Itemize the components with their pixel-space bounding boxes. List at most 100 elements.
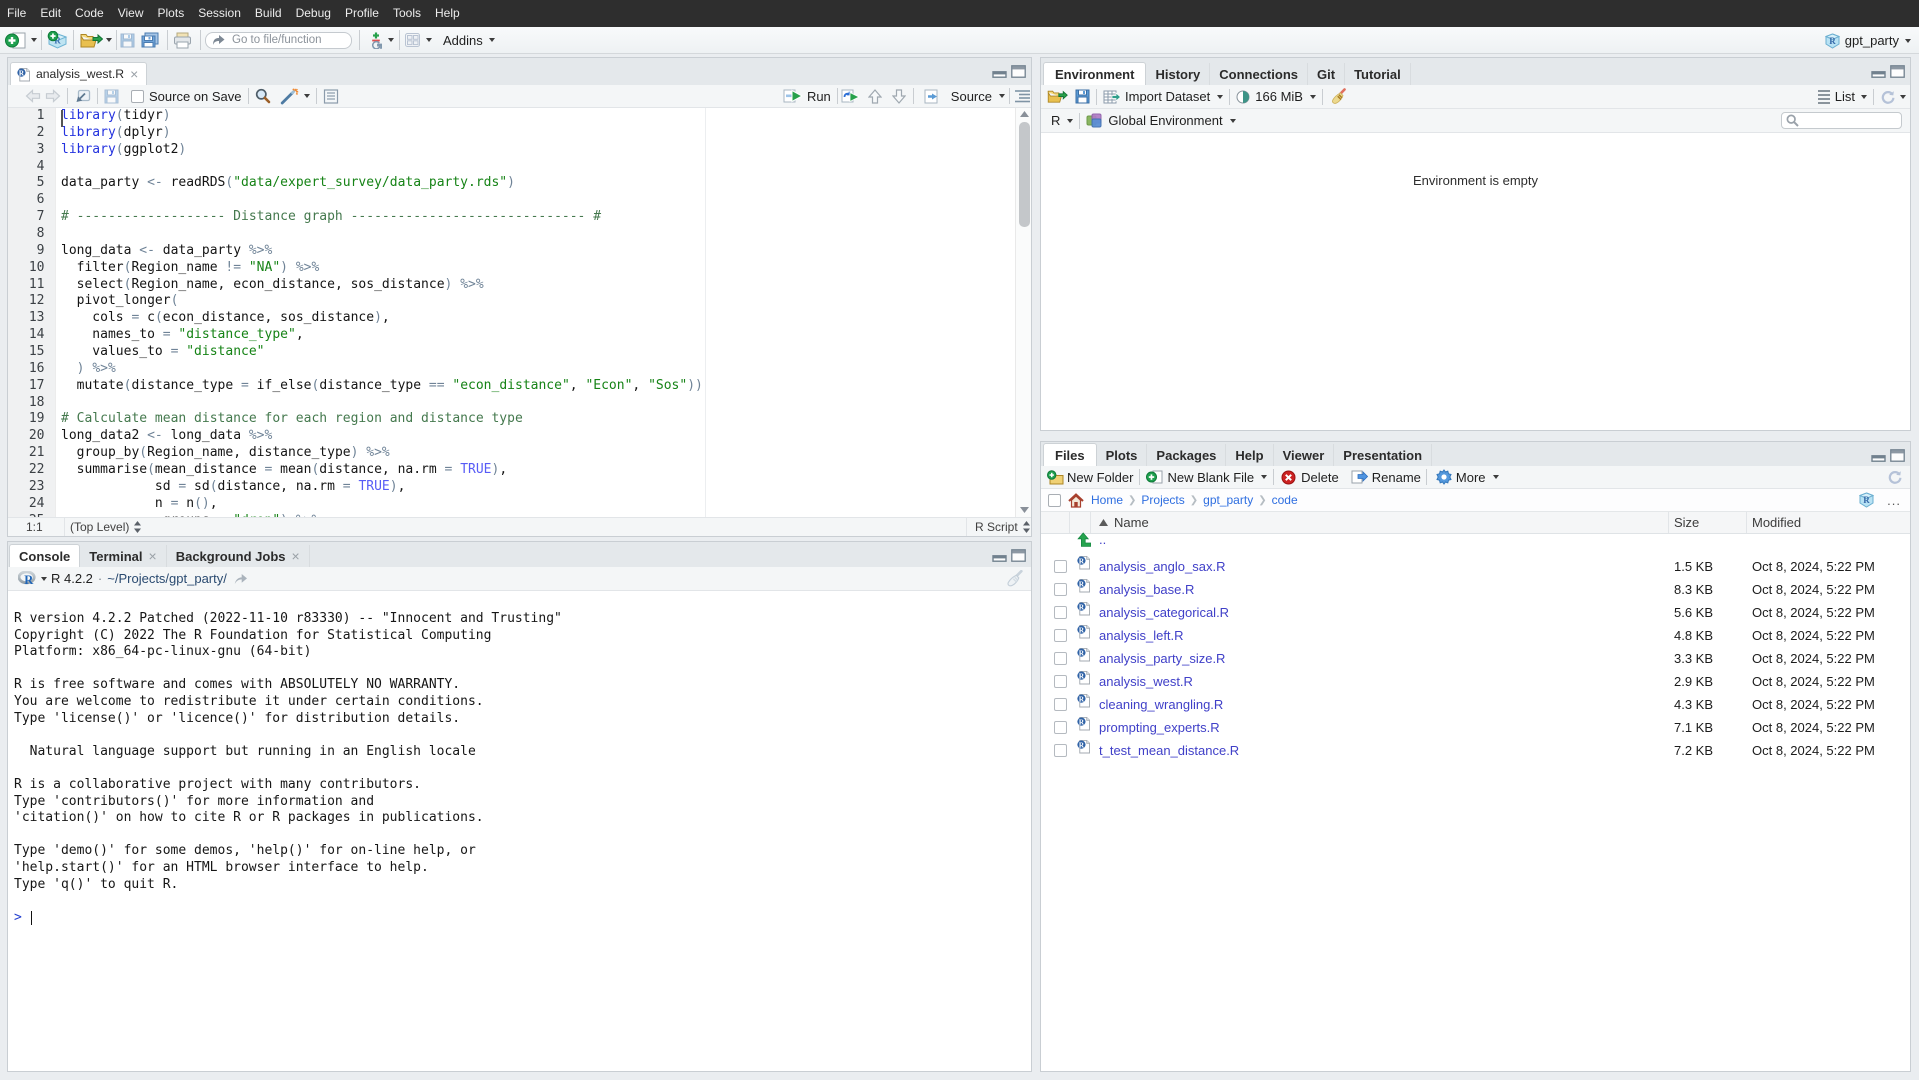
refresh-caret[interactable] <box>1900 95 1906 99</box>
maximize-icon[interactable] <box>1890 449 1905 462</box>
workspace-panes-icon[interactable] <box>405 33 420 47</box>
breadcrumb-code[interactable]: code <box>1272 493 1298 507</box>
file-name-link[interactable]: analysis_categorical.R <box>1099 605 1229 620</box>
new-blank-file-button[interactable]: New Blank File <box>1167 470 1254 485</box>
file-name-link[interactable]: analysis_left.R <box>1099 628 1184 643</box>
environment-scope-caret[interactable] <box>1230 119 1236 123</box>
file-name-link[interactable]: prompting_experts.R <box>1099 720 1220 735</box>
save-icon[interactable] <box>120 33 135 48</box>
goto-file-input[interactable]: Go to file/function <box>205 32 352 49</box>
console-output[interactable]: R version 4.2.2 Patched (2022-11-10 r833… <box>8 591 1031 1071</box>
editor-scrollbar[interactable] <box>1015 108 1031 517</box>
updir-link[interactable]: .. <box>1099 532 1106 547</box>
background-jobs-close-icon[interactable]: × <box>292 548 300 564</box>
more-breadcrumb-button[interactable]: ... <box>1887 493 1901 508</box>
minimize-icon[interactable] <box>992 549 1007 562</box>
file-row[interactable]: Ranalysis_categorical.R5.6 KBOct 8, 2024… <box>1041 601 1910 624</box>
minimize-icon[interactable] <box>1871 65 1886 78</box>
file-row[interactable]: Rt_test_mean_distance.R7.2 KBOct 8, 2024… <box>1041 739 1910 762</box>
menu-build[interactable]: Build <box>248 0 289 27</box>
back-icon[interactable] <box>25 89 41 103</box>
delete-button[interactable]: Delete <box>1301 470 1339 485</box>
file-checkbox[interactable] <box>1054 675 1067 688</box>
file-type-indicator[interactable]: R Script <box>975 520 1018 534</box>
tab-presentation[interactable]: Presentation <box>1334 444 1432 466</box>
rerun-icon[interactable] <box>841 89 860 103</box>
project-menu-caret[interactable] <box>1905 39 1911 43</box>
menu-debug[interactable]: Debug <box>289 0 338 27</box>
language-selector[interactable]: R <box>1051 113 1060 128</box>
document-outline-icon[interactable] <box>1014 89 1031 103</box>
menu-edit[interactable]: Edit <box>33 0 68 27</box>
file-checkbox[interactable] <box>1054 698 1067 711</box>
tab-background-jobs[interactable]: Background Jobs× <box>167 545 310 567</box>
tab-packages[interactable]: Packages <box>1147 444 1226 466</box>
file-checkbox[interactable] <box>1054 583 1067 596</box>
new-folder-button[interactable]: New Folder <box>1067 470 1133 485</box>
file-checkbox[interactable] <box>1054 629 1067 642</box>
tab-tutorial[interactable]: Tutorial <box>1345 63 1411 85</box>
select-all-checkbox[interactable] <box>1048 494 1061 507</box>
save-workspace-icon[interactable] <box>1075 89 1090 104</box>
menu-code[interactable]: Code <box>68 0 111 27</box>
minimize-icon[interactable] <box>992 65 1007 78</box>
load-workspace-icon[interactable] <box>1047 89 1068 104</box>
maximize-icon[interactable] <box>1890 65 1905 78</box>
sort-by-name[interactable]: Name <box>1099 515 1149 530</box>
menu-plots[interactable]: Plots <box>151 0 192 27</box>
sort-by-modified[interactable]: Modified <box>1752 515 1801 530</box>
editor-tab-close-icon[interactable]: × <box>130 66 138 82</box>
home-icon[interactable] <box>1068 493 1084 508</box>
tab-files[interactable]: Files <box>1043 443 1097 466</box>
file-name-link[interactable]: analysis_base.R <box>1099 582 1194 597</box>
tab-viewer[interactable]: Viewer <box>1274 444 1335 466</box>
file-checkbox[interactable] <box>1054 652 1067 665</box>
save-current-icon[interactable] <box>104 89 119 104</box>
code-tools-icon[interactable] <box>280 88 299 105</box>
forward-icon[interactable] <box>45 89 61 103</box>
editor-tab-analysis-west[interactable]: R analysis_west.R × <box>10 62 147 85</box>
find-replace-icon[interactable] <box>255 88 271 104</box>
tab-git[interactable]: Git <box>1308 63 1345 85</box>
sort-by-size[interactable]: Size <box>1674 515 1699 530</box>
refresh-files-icon[interactable] <box>1887 470 1902 484</box>
open-in-new-window-icon[interactable] <box>74 89 91 104</box>
project-menu-button[interactable]: R gpt_party <box>1825 27 1911 54</box>
terminal-close-icon[interactable]: × <box>149 548 157 564</box>
file-name-link[interactable]: cleaning_wrangling.R <box>1099 697 1223 712</box>
language-caret[interactable] <box>1067 119 1073 123</box>
maximize-icon[interactable] <box>1011 549 1026 562</box>
version-control-caret[interactable] <box>388 38 394 42</box>
file-checkbox[interactable] <box>1054 721 1067 734</box>
file-checkbox[interactable] <box>1054 560 1067 573</box>
new-file-icon[interactable] <box>5 32 26 49</box>
rename-button[interactable]: Rename <box>1372 470 1421 485</box>
breadcrumb-home[interactable]: Home <box>1091 493 1123 507</box>
file-name-link[interactable]: analysis_anglo_sax.R <box>1099 559 1225 574</box>
updir-row[interactable]: .. <box>1041 532 1910 555</box>
environment-scope-button[interactable]: Global Environment <box>1108 113 1222 128</box>
menu-tools[interactable]: Tools <box>386 0 428 27</box>
new-blank-file-caret[interactable] <box>1261 475 1267 479</box>
menu-help[interactable]: Help <box>428 0 467 27</box>
tab-console[interactable]: Console <box>9 544 80 567</box>
version-control-icon[interactable] <box>370 32 382 49</box>
maximize-icon[interactable] <box>1011 65 1026 78</box>
file-name-link[interactable]: analysis_party_size.R <box>1099 651 1225 666</box>
file-row[interactable]: Ranalysis_left.R4.8 KBOct 8, 2024, 5:22 … <box>1041 624 1910 647</box>
file-row[interactable]: Rprompting_experts.R7.1 KBOct 8, 2024, 5… <box>1041 716 1910 739</box>
list-view-caret[interactable] <box>1861 95 1867 99</box>
compile-report-icon[interactable] <box>323 89 339 104</box>
new-file-caret[interactable] <box>31 38 37 42</box>
new-project-icon[interactable]: R <box>47 31 68 49</box>
go-previous-section-icon[interactable] <box>868 89 882 104</box>
memory-usage-button[interactable]: 166 MiB <box>1255 89 1303 104</box>
source-button[interactable]: Source <box>951 89 992 104</box>
file-row[interactable]: Ranalysis_base.R8.3 KBOct 8, 2024, 5:22 … <box>1041 578 1910 601</box>
menu-profile[interactable]: Profile <box>338 0 386 27</box>
list-view-button[interactable]: List <box>1835 89 1855 104</box>
file-row[interactable]: Ranalysis_west.R2.9 KBOct 8, 2024, 5:22 … <box>1041 670 1910 693</box>
tab-help[interactable]: Help <box>1226 444 1273 466</box>
file-row[interactable]: Rcleaning_wrangling.R4.3 KBOct 8, 2024, … <box>1041 693 1910 716</box>
more-button[interactable]: More <box>1456 470 1486 485</box>
